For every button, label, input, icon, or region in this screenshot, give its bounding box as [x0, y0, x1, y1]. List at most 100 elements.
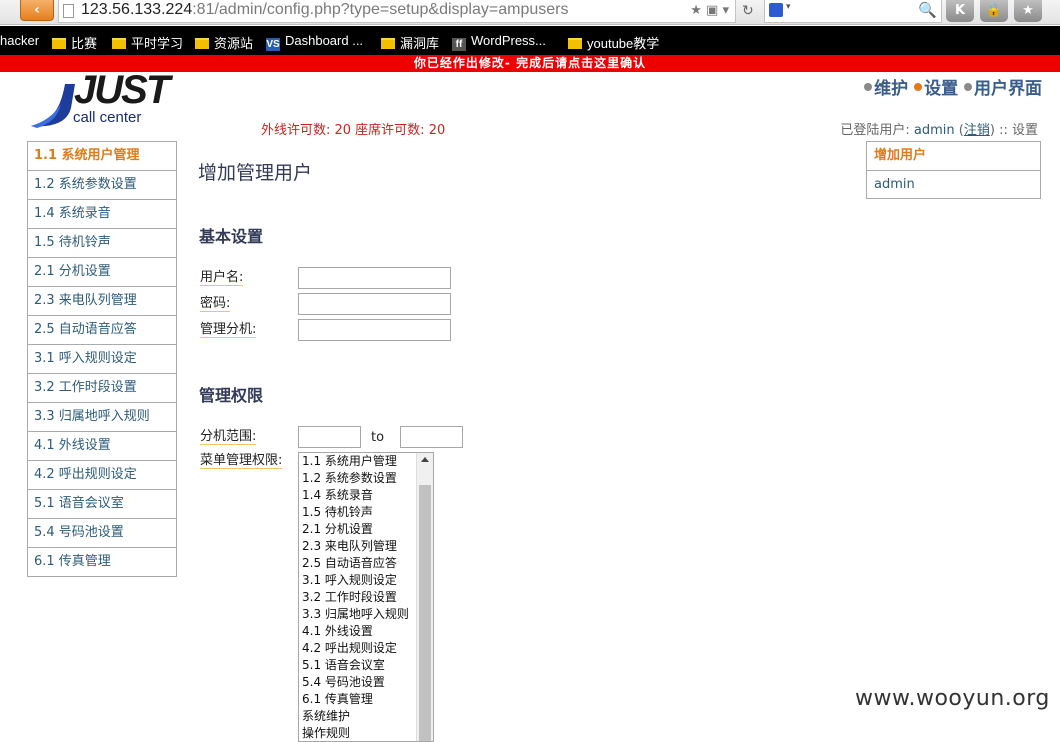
- bookmark-label: Dashboard ...: [285, 33, 364, 48]
- sidebar-item-system-params[interactable]: 1.2 系统参数设置: [28, 171, 176, 200]
- list-item[interactable]: 3.3 归属地呼入规则: [299, 606, 433, 623]
- sidebar-item-conference[interactable]: 5.1 语音会议室: [28, 490, 176, 519]
- url-host: 123.56.133.224: [81, 1, 193, 18]
- list-item[interactable]: 1.5 待机铃声: [299, 504, 433, 521]
- bookmark-hacker[interactable]: hacker: [0, 33, 39, 48]
- reload-icon[interactable]: ↻: [742, 3, 754, 19]
- bookmark-label: 比赛: [71, 36, 98, 51]
- sidebar-item-time-conditions[interactable]: 3.2 工作时段设置: [28, 374, 176, 403]
- add-user-link[interactable]: 增加用户: [867, 142, 1040, 171]
- list-item[interactable]: 1.4 系统录音: [299, 487, 433, 504]
- menu-permissions-label: 菜单管理权限:: [200, 453, 283, 469]
- sidebar-item-number-pool[interactable]: 5.4 号码池设置: [28, 519, 176, 548]
- extension-range-start-field[interactable]: [298, 426, 361, 448]
- bullet-icon: [914, 83, 923, 91]
- browser-toolbar: ‹ 123.56.133.224:81/admin/config.php?typ…: [0, 0, 1060, 25]
- bookmarks-bar: hacker 比赛 平时学习 资源站 VS Dashboard ... 漏洞库 f…: [0, 26, 1060, 55]
- folder-icon: [52, 38, 66, 49]
- nav-maintenance[interactable]: 维护: [874, 79, 908, 99]
- admin-extension-field[interactable]: [298, 319, 451, 341]
- login-user: admin: [913, 123, 955, 138]
- list-item[interactable]: 5.1 语音会议室: [299, 657, 433, 674]
- user-list-panel: 增加用户 admin: [866, 141, 1041, 199]
- sidebar-item-user-management[interactable]: 1.1 系统用户管理: [28, 142, 176, 171]
- logout-link[interactable]: 注销: [964, 123, 990, 138]
- url-text[interactable]: 123.56.133.224:81/admin/config.php?type=…: [81, 1, 568, 19]
- bookmark-label: 资源站: [214, 36, 254, 51]
- nav-settings[interactable]: 设置: [924, 79, 958, 99]
- extension-star-icon[interactable]: ★: [1014, 0, 1042, 22]
- list-item[interactable]: 4.1 外线设置: [299, 623, 433, 640]
- search-engine-icon[interactable]: [769, 3, 783, 17]
- search-icon[interactable]: 🔍: [918, 1, 937, 19]
- bookmark-resources[interactable]: 资源站: [195, 33, 253, 52]
- page-title: 增加管理用户: [198, 162, 313, 184]
- bookmark-star-icon[interactable]: ★ ▣ ▾: [690, 3, 729, 18]
- list-item[interactable]: 3.2 工作时段设置: [299, 589, 433, 606]
- login-prefix: 已登陆用户:: [840, 123, 914, 138]
- sidebar-item-ivr[interactable]: 2.5 自动语音应答: [28, 316, 176, 345]
- url-path: :81/admin/config.php?type=setup&display=…: [192, 1, 569, 18]
- ff-icon: ff: [452, 38, 466, 51]
- listbox-scrollbar[interactable]: [416, 453, 433, 741]
- sidebar-item-extensions[interactable]: 2.1 分机设置: [28, 258, 176, 287]
- logo-subtitle: call center: [73, 109, 142, 126]
- bookmark-label: hacker: [0, 33, 40, 48]
- list-item[interactable]: 2.5 自动语音应答: [299, 555, 433, 572]
- sidebar-item-fax[interactable]: 6.1 传真管理: [28, 548, 176, 577]
- sidebar-item-outbound-rules[interactable]: 4.2 呼出规则设定: [28, 461, 176, 490]
- list-item[interactable]: 2.3 来电队列管理: [299, 538, 433, 555]
- extension-lock-icon[interactable]: 🔒: [980, 0, 1008, 22]
- list-item[interactable]: 3.1 呼入规则设定: [299, 572, 433, 589]
- sidebar: 1.1 系统用户管理 1.2 系统参数设置 1.4 系统录音 1.5 待机铃声 …: [27, 141, 177, 577]
- bookmark-label: youtube教学: [587, 36, 660, 51]
- sidebar-item-trunks[interactable]: 4.1 外线设置: [28, 432, 176, 461]
- sidebar-item-inbound-rules[interactable]: 3.1 呼入规则设定: [28, 345, 176, 374]
- list-item[interactable]: 5.4 号码池设置: [299, 674, 433, 691]
- vs-icon: VS: [266, 38, 280, 51]
- admin-extension-label: 管理分机:: [200, 322, 257, 338]
- list-item[interactable]: 1.1 系统用户管理: [299, 453, 433, 470]
- user-list-item[interactable]: admin: [867, 171, 1040, 198]
- back-button[interactable]: ‹: [20, 0, 54, 21]
- list-item[interactable]: 2.1 分机设置: [299, 521, 433, 538]
- list-item[interactable]: 1.2 系统参数设置: [299, 470, 433, 487]
- bookmark-label: 平时学习: [131, 36, 184, 51]
- list-item[interactable]: 4.2 呼出规则设定: [299, 640, 433, 657]
- page-icon: [63, 4, 74, 18]
- sidebar-item-queues[interactable]: 2.3 来电队列管理: [28, 287, 176, 316]
- logo: JUST call center: [31, 68, 170, 128]
- username-field[interactable]: [298, 267, 451, 289]
- bullet-icon: [964, 83, 972, 91]
- bookmark-wordpress[interactable]: ff WordPress...: [452, 33, 546, 51]
- search-input[interactable]: ▾ 🔍: [764, 0, 942, 23]
- sidebar-item-location-rules[interactable]: 3.3 归属地呼入规则: [28, 403, 176, 432]
- extension-range-label: 分机范围:: [200, 429, 257, 445]
- login-info: 已登陆用户: admin (注销) :: 设置: [840, 123, 1038, 138]
- bookmark-dashboard[interactable]: VS Dashboard ...: [266, 33, 363, 51]
- scrollbar-thumb[interactable]: [419, 485, 431, 741]
- bookmark-vuln-db[interactable]: 漏洞库: [381, 33, 439, 52]
- folder-icon: [568, 38, 582, 49]
- bookmark-youtube[interactable]: youtube教学: [568, 33, 659, 52]
- list-item[interactable]: 系统维护: [299, 708, 433, 725]
- scroll-up-arrow-icon[interactable]: [421, 457, 429, 462]
- password-field[interactable]: [298, 293, 451, 315]
- sidebar-item-hold-music[interactable]: 1.5 待机铃声: [28, 229, 176, 258]
- extension-range-end-field[interactable]: [400, 426, 463, 448]
- folder-icon: [195, 38, 209, 49]
- watermark: www.wooyun.org: [855, 686, 1050, 711]
- chevron-down-icon[interactable]: ▾: [786, 2, 791, 12]
- sidebar-item-recording[interactable]: 1.4 系统录音: [28, 200, 176, 229]
- bookmark-study[interactable]: 平时学习: [112, 33, 183, 52]
- list-item[interactable]: 操作规则: [299, 725, 433, 741]
- password-label: 密码:: [200, 296, 231, 312]
- bookmark-contest[interactable]: 比赛: [52, 33, 97, 52]
- extension-k-icon[interactable]: K: [946, 0, 974, 22]
- menu-permissions-listbox[interactable]: 1.1 系统用户管理 1.2 系统参数设置 1.4 系统录音 1.5 待机铃声 …: [298, 452, 434, 742]
- top-nav: 维护 设置 用户界面: [864, 74, 1042, 99]
- bookmark-label: WordPress...: [471, 33, 546, 48]
- nav-user-interface[interactable]: 用户界面: [974, 79, 1042, 99]
- address-bar[interactable]: 123.56.133.224:81/admin/config.php?type=…: [58, 0, 736, 23]
- list-item[interactable]: 6.1 传真管理: [299, 691, 433, 708]
